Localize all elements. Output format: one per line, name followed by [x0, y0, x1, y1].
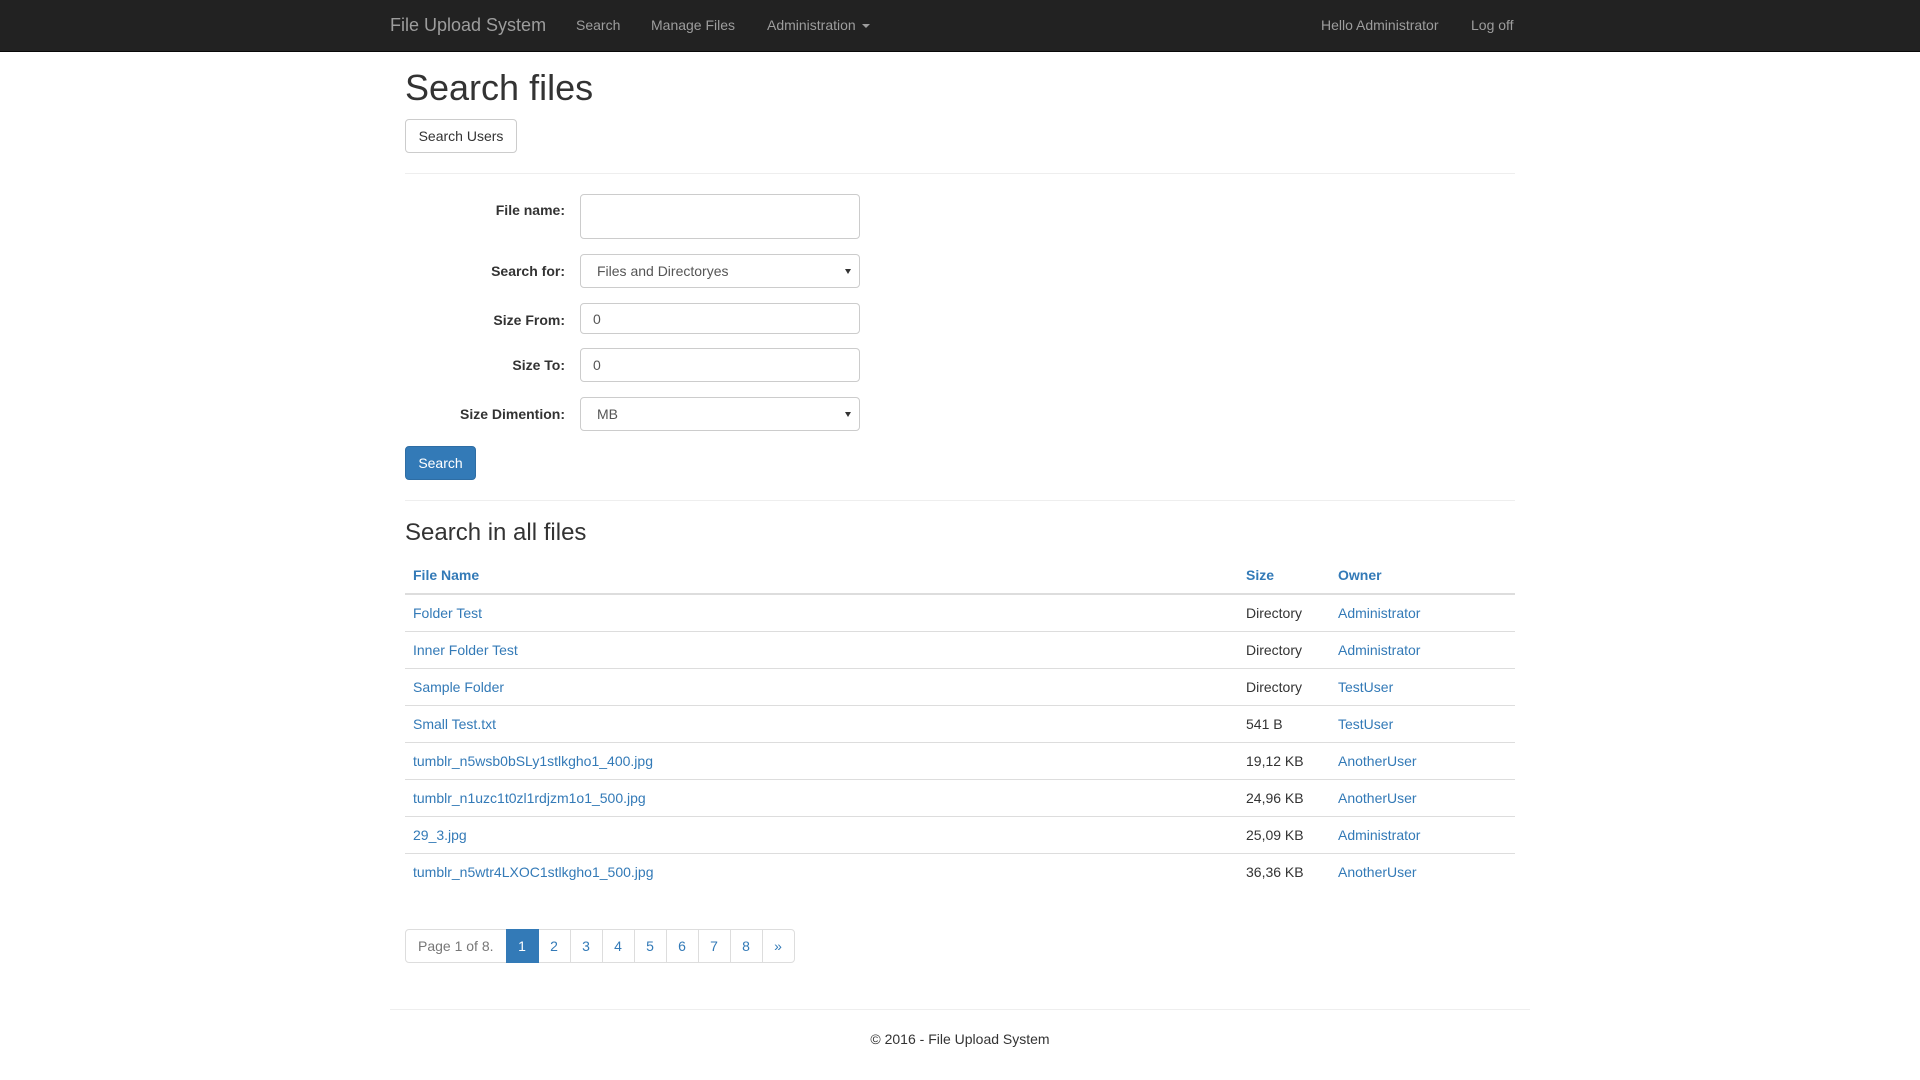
chevron-down-icon: [845, 412, 851, 417]
file-size: Directory: [1246, 605, 1303, 621]
file-size: Directory: [1238, 631, 1330, 669]
table-row: Small Test.txt 541 B TestUser: [405, 705, 1515, 743]
owner-link[interactable]: Administrator: [1338, 827, 1420, 843]
size-from-label: Size From:: [493, 312, 565, 328]
search-users-button[interactable]: Search Users: [405, 119, 517, 153]
file-size: 24,96 KB: [1238, 779, 1330, 817]
footer-divider: [390, 1009, 1530, 1010]
file-size: 36,36 KB: [1238, 853, 1330, 890]
caret-down-icon: [861, 24, 870, 29]
page-link-2[interactable]: 2: [537, 929, 571, 963]
footer-copyright: © 2016 - File Upload System: [870, 1031, 1050, 1047]
size-to-input[interactable]: [580, 348, 860, 382]
nav-logoff[interactable]: Log off: [1471, 0, 1514, 51]
table-header-row: File Name Size Owner: [405, 556, 1515, 595]
divider: [405, 173, 1515, 174]
nav-administration-label: Administration: [767, 17, 856, 33]
nav-search[interactable]: Search: [576, 0, 620, 51]
brand-link[interactable]: File Upload System: [390, 0, 546, 51]
table-row: 29_3.jpg 25,09 KB Administrator: [405, 816, 1515, 854]
page-info: Page 1 of 8.: [405, 929, 507, 963]
nav-administration-dropdown[interactable]: Administration: [767, 0, 870, 51]
page-link-3[interactable]: 3: [569, 929, 603, 963]
file-size: 25,09 KB: [1238, 816, 1330, 854]
file-size: 541 B: [1238, 705, 1330, 743]
search-for-select[interactable]: Files and Directoryes: [580, 254, 860, 288]
size-dimention-label: Size Dimention:: [459, 406, 565, 422]
file-name-link[interactable]: Small Test.txt: [413, 716, 496, 732]
file-name-link[interactable]: Folder Test: [413, 605, 482, 621]
file-name-label: File name:: [495, 202, 565, 218]
owner-link[interactable]: Administrator: [1338, 642, 1420, 658]
page-link-5[interactable]: 5: [633, 929, 667, 963]
results-table: File Name Size Owner Folder Test Directo…: [405, 556, 1515, 890]
search-for-label: Search for:: [491, 263, 565, 279]
page-link-1[interactable]: 1: [505, 929, 539, 963]
table-row: tumblr_n5wtr4LXOC1stlkgho1_500.jpg 36,36…: [405, 853, 1515, 890]
owner-link[interactable]: TestUser: [1338, 716, 1393, 732]
owner-link[interactable]: TestUser: [1338, 679, 1393, 695]
chevron-down-icon: [845, 269, 851, 274]
table-row: Folder Test Directory Administrator: [405, 594, 1515, 632]
file-name-link[interactable]: 29_3.jpg: [413, 827, 467, 843]
search-button[interactable]: Search: [405, 446, 476, 480]
table-row: Sample Folder Directory TestUser: [405, 668, 1515, 706]
file-name-link[interactable]: tumblr_n5wsb0bSLy1stlkgho1_400.jpg: [413, 753, 653, 769]
pagination: Page 1 of 8. 1 2 3 4 5 6 7 8 »: [405, 929, 795, 963]
owner-link[interactable]: AnotherUser: [1338, 864, 1417, 880]
column-header-file-name[interactable]: File Name: [405, 556, 1238, 595]
size-from-input[interactable]: [580, 303, 860, 334]
file-size: Directory: [1238, 668, 1330, 706]
next-page-link[interactable]: »: [761, 929, 795, 963]
divider: [405, 500, 1515, 501]
owner-link[interactable]: Administrator: [1338, 605, 1420, 621]
file-name-link[interactable]: tumblr_n1uzc1t0zl1rdjzm1o1_500.jpg: [413, 790, 646, 806]
column-header-size[interactable]: Size: [1238, 556, 1330, 595]
page-link-7[interactable]: 7: [697, 929, 731, 963]
owner-link[interactable]: AnotherUser: [1338, 753, 1417, 769]
table-row: tumblr_n5wsb0bSLy1stlkgho1_400.jpg 19,12…: [405, 742, 1515, 780]
top-navbar: File Upload System Search Manage Files A…: [0, 0, 1920, 52]
file-name-link[interactable]: Sample Folder: [413, 679, 504, 695]
file-name-link[interactable]: Inner Folder Test: [413, 642, 518, 658]
size-to-label: Size To:: [512, 357, 565, 373]
file-name-input[interactable]: [580, 194, 860, 239]
page-link-8[interactable]: 8: [729, 929, 763, 963]
file-size: 19,12 KB: [1238, 742, 1330, 780]
page-link-4[interactable]: 4: [601, 929, 635, 963]
column-header-owner[interactable]: Owner: [1330, 556, 1515, 595]
file-name-link[interactable]: tumblr_n5wtr4LXOC1stlkgho1_500.jpg: [413, 864, 653, 880]
owner-link[interactable]: AnotherUser: [1338, 790, 1417, 806]
results-title: Search in all files: [405, 519, 587, 546]
size-dimention-select[interactable]: MB: [580, 397, 860, 431]
nav-greeting[interactable]: Hello Administrator: [1321, 0, 1439, 51]
size-dimention-value: MB: [597, 406, 618, 422]
table-row: Inner Folder Test Directory Administrato…: [405, 631, 1515, 669]
page-link-6[interactable]: 6: [665, 929, 699, 963]
nav-manage-files[interactable]: Manage Files: [651, 0, 735, 51]
page-title: Search files: [405, 67, 594, 108]
search-for-value: Files and Directoryes: [597, 263, 729, 279]
table-row: tumblr_n1uzc1t0zl1rdjzm1o1_500.jpg 24,96…: [405, 779, 1515, 817]
